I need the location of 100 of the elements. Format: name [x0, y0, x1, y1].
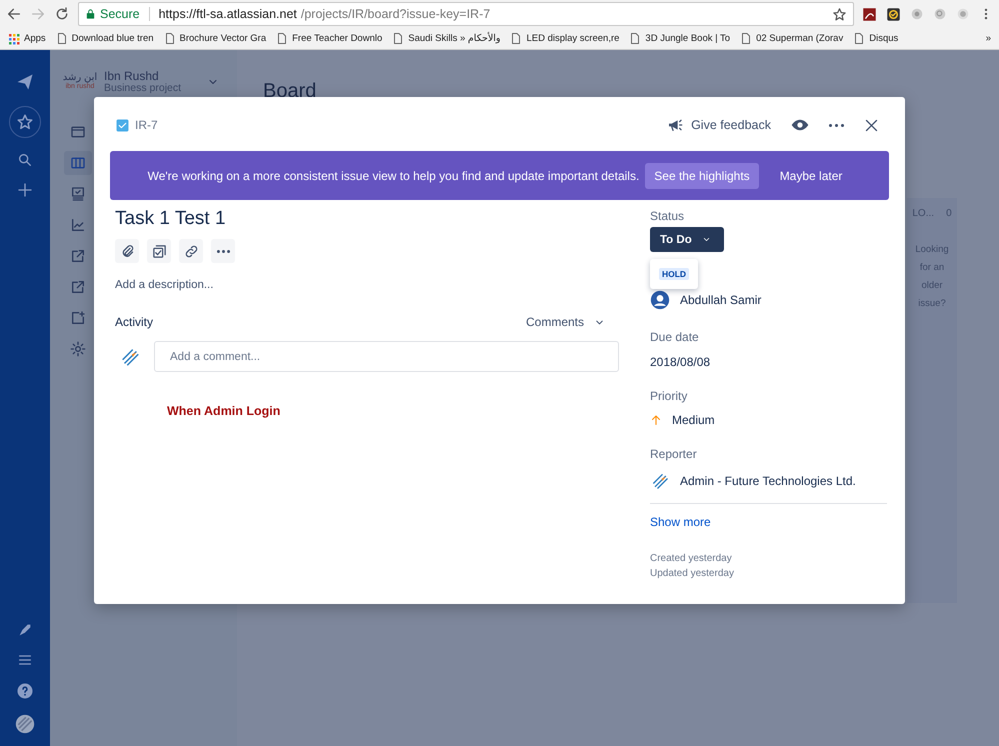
megaphone-icon	[667, 117, 684, 133]
feedback-button[interactable]: Give feedback	[667, 117, 771, 133]
add-page-icon	[70, 310, 86, 326]
updated-time: Updated yesterday	[650, 568, 735, 579]
bookmark-label: 3D Jungle Book | To	[645, 33, 730, 44]
bookmark-label: 02 Superman (Zorav	[756, 33, 844, 44]
bookmark-label: Download blue tren	[72, 33, 154, 44]
star-icon[interactable]	[832, 6, 847, 22]
bookmark[interactable]: Disqus	[853, 32, 898, 45]
url-path: /projects/IR/board?issue-key=IR-7	[300, 7, 490, 21]
user-avatar-icon	[650, 290, 670, 310]
page-icon	[276, 32, 288, 45]
maybe-later-button[interactable]: Maybe later	[770, 162, 852, 188]
created-time: Created yesterday	[650, 553, 733, 564]
back-icon[interactable]	[6, 6, 22, 22]
bookmark-label: Apps	[24, 33, 46, 44]
board-title: Board	[263, 80, 318, 103]
bookmark[interactable]: Saudi Skills » والأحكام	[392, 32, 500, 45]
priority-value: Medium	[672, 413, 715, 427]
window-icon	[70, 124, 86, 140]
page-icon	[56, 32, 68, 45]
link-icon	[184, 244, 198, 258]
page-icon	[164, 32, 176, 45]
show-more-link[interactable]: Show more	[650, 515, 887, 529]
column-title: LO...	[912, 208, 934, 219]
url-host: https://ftl-sa.atlassian.net	[158, 7, 297, 21]
star-icon	[16, 113, 34, 131]
bookmark[interactable]: LED display screen,re	[510, 32, 620, 45]
lock-icon	[85, 8, 96, 20]
toolbar-button[interactable]	[179, 239, 203, 263]
starred-button[interactable]	[9, 106, 41, 138]
banner-text: We're working on a more consistent issue view to help you find and update important details.	[148, 168, 640, 182]
external-link-icon	[70, 248, 86, 264]
monitor-icon	[70, 186, 86, 202]
page-icon	[629, 32, 642, 45]
bookmark-label: Saudi Skills » والأحكام	[408, 33, 500, 44]
comment-field[interactable]: Add a comment...	[154, 341, 619, 372]
attach-icon	[120, 244, 134, 258]
comments-filter[interactable]: Comments	[526, 315, 605, 329]
issue-key[interactable]: IR-7	[135, 118, 158, 132]
external-link-icon	[70, 278, 86, 295]
gear-icon	[70, 340, 86, 357]
due-date-value: 2018/08/08	[650, 355, 712, 369]
search-icon[interactable]	[17, 152, 33, 168]
toolbar-button[interactable]	[115, 239, 139, 263]
help-icon[interactable]	[16, 682, 34, 700]
page-icon	[853, 32, 866, 45]
toolbar-button[interactable]	[211, 239, 235, 263]
page-icon	[392, 32, 404, 45]
reporter-name: Admin - Future Technologies Ltd.	[680, 474, 856, 488]
logo-icon[interactable]	[15, 72, 35, 92]
bookmark[interactable]: Download blue tren	[56, 32, 154, 45]
project-type: Business project	[104, 82, 182, 94]
status-button[interactable]: To Do	[650, 227, 724, 252]
bookmark-label: Free Teacher Downlo	[292, 33, 382, 44]
description-field[interactable]: Add a description...	[115, 279, 619, 291]
priority-arrow-icon	[650, 414, 662, 426]
toolbar-button[interactable]	[147, 239, 171, 263]
bookmark[interactable]: 3D Jungle Book | To	[629, 32, 730, 45]
secure-label: Secure	[100, 7, 140, 21]
plus-icon[interactable]	[17, 182, 33, 198]
extension-icon[interactable]	[910, 7, 924, 21]
columns-icon	[70, 154, 86, 171]
column-count: 0	[946, 208, 952, 219]
project-name: Ibn Rushd	[104, 70, 160, 83]
nav-item[interactable]	[64, 150, 92, 175]
more-icon[interactable]	[829, 124, 844, 126]
reload-icon[interactable]	[54, 6, 70, 22]
address-bar[interactable]: Secure https://ftl-sa.atlassian.net /projects/IR/board?issue-key=IR-7	[78, 2, 854, 26]
bookmark[interactable]: 02 Superman (Zorav	[740, 32, 844, 45]
status-option[interactable]: HOLD	[658, 268, 690, 280]
issue-title: Task 1 Test 1	[115, 208, 227, 230]
close-icon[interactable]	[864, 118, 879, 132]
bookmark-label: Brochure Vector Gra	[180, 33, 266, 44]
highlights-button[interactable]: See the highlights	[645, 162, 759, 188]
extension-icon[interactable]	[933, 7, 947, 21]
bookmark[interactable]: Brochure Vector Gra	[164, 32, 266, 45]
checklist-icon	[152, 244, 166, 258]
bookmark-label: LED display screen,re	[526, 33, 620, 44]
field-label: Status	[650, 209, 686, 223]
field-label: Due date	[650, 330, 700, 344]
more-icon	[216, 250, 230, 252]
assignee-name: Abdullah Samir	[680, 293, 762, 307]
check-extension-icon[interactable]	[886, 6, 901, 22]
bookmark[interactable]: Apps	[8, 32, 46, 44]
apps-grid-icon	[8, 32, 20, 44]
field-label: Reporter	[650, 447, 698, 461]
logo-text: ابن رشد	[62, 73, 98, 84]
chart-icon	[70, 216, 86, 233]
caret-icon	[702, 235, 711, 244]
page-icon	[510, 32, 522, 45]
bookmark[interactable]: Free Teacher Downlo	[276, 32, 382, 45]
task-icon	[116, 118, 129, 132]
more-bookmarks[interactable]: »	[986, 33, 991, 44]
activity-label: Activity	[115, 315, 154, 329]
annotation-text: When Admin Login	[167, 404, 282, 418]
field-label: Priority	[650, 389, 688, 403]
pdf-icon[interactable]	[862, 6, 877, 22]
page-icon	[740, 32, 752, 45]
bookmark-label: Disqus	[869, 33, 898, 44]
